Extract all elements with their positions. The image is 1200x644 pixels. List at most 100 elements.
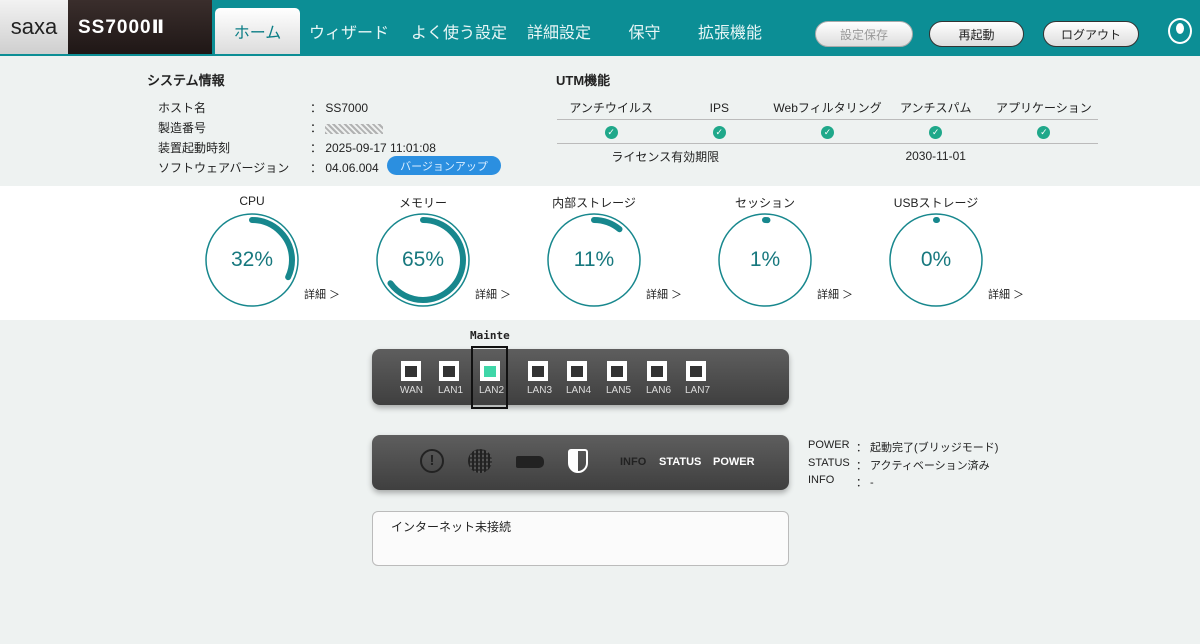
port-lan5[interactable]: LAN5 bbox=[606, 361, 632, 396]
info-indicator: INFO bbox=[620, 456, 647, 468]
ethernet-port-icon bbox=[528, 361, 548, 381]
version-up-button[interactable]: バージョンアップ bbox=[387, 156, 501, 175]
port-label: LAN6 bbox=[646, 385, 672, 396]
reboot-button[interactable]: 再起動 bbox=[929, 21, 1024, 47]
tab-wizard[interactable]: ウィザード bbox=[303, 8, 395, 54]
port-lan4[interactable]: LAN4 bbox=[566, 361, 592, 396]
tab-common-settings[interactable]: よく使う設定 bbox=[405, 8, 513, 54]
detail-link[interactable]: 詳細 ＞ bbox=[646, 286, 682, 302]
gauge-label: 内部ストレージ bbox=[552, 196, 636, 210]
check-icon: ✓ bbox=[929, 126, 943, 139]
check-icon: ✓ bbox=[712, 126, 726, 139]
utm-feature: IPS bbox=[709, 100, 729, 115]
port-lan1[interactable]: LAN1 bbox=[438, 361, 464, 396]
logout-button[interactable]: ログアウト bbox=[1043, 21, 1139, 47]
port-label: LAN7 bbox=[685, 385, 711, 396]
port-lan7[interactable]: LAN7 bbox=[685, 361, 711, 396]
gauge-label: CPU bbox=[239, 194, 265, 208]
gauge-0: CPU 32% 詳細 ＞ bbox=[172, 186, 340, 320]
gauge-3: セッション 1% 詳細 ＞ bbox=[685, 186, 853, 320]
gauge-value: 1% bbox=[749, 248, 781, 271]
alert-icon: ! bbox=[420, 449, 444, 473]
gauge-value: 32% bbox=[230, 248, 274, 271]
ethernet-port-icon bbox=[439, 361, 459, 381]
port-lan3[interactable]: LAN3 bbox=[527, 361, 553, 396]
info-value: ： - bbox=[856, 477, 874, 489]
gauge-value: 65% bbox=[401, 248, 445, 271]
detail-link[interactable]: 詳細 ＞ bbox=[304, 286, 340, 302]
serial-redacted bbox=[325, 123, 384, 134]
message-box: インターネット未接続 bbox=[372, 511, 789, 566]
gauge-2: 内部ストレージ 11% 詳細 ＞ bbox=[514, 186, 682, 320]
gauge-1: メモリー 65% 詳細 ＞ bbox=[343, 186, 511, 320]
hostname-label: ホスト名 bbox=[158, 101, 207, 115]
license-label: ライセンス有効期限 bbox=[611, 149, 720, 164]
status-indicator: STATUS bbox=[659, 456, 702, 468]
software-version-value: ： 04.06.004 bbox=[310, 161, 379, 175]
save-settings-button[interactable]: 設定保存 bbox=[815, 21, 913, 47]
utm-feature: アンチスパム bbox=[899, 101, 972, 115]
ethernet-port-icon bbox=[647, 361, 667, 381]
license-row: ライセンス有効期限 2030-11-01 bbox=[557, 144, 1098, 168]
port-label: WAN bbox=[400, 385, 423, 396]
usb-icon bbox=[516, 456, 544, 468]
port-label: LAN5 bbox=[606, 385, 632, 396]
check-icon: ✓ bbox=[604, 126, 618, 139]
software-version-label: ソフトウェアバージョン bbox=[158, 161, 290, 175]
port-label: LAN3 bbox=[527, 385, 553, 396]
mainte-port-highlight bbox=[471, 346, 508, 409]
mainte-label: Mainte bbox=[470, 329, 510, 342]
port-lan6[interactable]: LAN6 bbox=[646, 361, 672, 396]
globe-icon bbox=[468, 449, 492, 473]
check-icon: ✓ bbox=[821, 126, 834, 139]
ethernet-port-icon bbox=[401, 361, 421, 381]
serial-label: 製造番号 bbox=[158, 121, 207, 135]
gauge-value: 0% bbox=[920, 248, 952, 271]
header: saxa SS7000Ⅱ ホーム ウィザード よく使う設定 詳細設定 保守 拡張… bbox=[0, 0, 1200, 56]
ethernet-port-icon bbox=[686, 361, 706, 381]
status-label: STATUS bbox=[808, 457, 850, 469]
tab-maintenance[interactable]: 保守 bbox=[612, 8, 677, 54]
license-date: 2030-11-01 bbox=[905, 149, 966, 163]
system-info-title: システム情報 bbox=[147, 73, 225, 88]
status-value: ： アクティベーション済み bbox=[856, 460, 990, 472]
gauge-label: メモリー bbox=[398, 196, 447, 210]
gauge-4: USBストレージ 0% 詳細 ＞ bbox=[856, 186, 1024, 320]
tab-extensions[interactable]: 拡張機能 bbox=[690, 8, 770, 54]
serial-colon: ： bbox=[310, 121, 323, 135]
port-label: LAN4 bbox=[566, 385, 592, 396]
hostname-value: ： SS7000 bbox=[310, 101, 369, 115]
port-panel: WAN LAN1 LAN2 LAN3 LAN4 LAN5 LAN6 LAN7 bbox=[372, 349, 789, 405]
tab-home[interactable]: ホーム bbox=[215, 8, 300, 54]
info-label: INFO bbox=[808, 474, 835, 486]
boot-time-label: 装置起動時刻 bbox=[158, 141, 231, 155]
ethernet-port-icon bbox=[607, 361, 627, 381]
resource-gauges: CPU 32% 詳細 ＞メモリー 65% 詳細 ＞内部ストレージ 11% 詳細 … bbox=[0, 186, 1200, 320]
saxa-logo: saxa bbox=[0, 0, 68, 54]
check-icon: ✓ bbox=[1037, 126, 1051, 139]
detail-link[interactable]: 詳細 ＞ bbox=[988, 286, 1024, 302]
utm-status-row: ✓ ✓ ✓ ✓ ✓ bbox=[557, 120, 1098, 144]
utm-title: UTM機能 bbox=[556, 73, 611, 88]
model-name: SS7000Ⅱ bbox=[68, 0, 212, 54]
utm-header-row: アンチウイルス IPS Webフィルタリング アンチスパム アプリケーション bbox=[557, 96, 1098, 120]
detail-link[interactable]: 詳細 ＞ bbox=[475, 286, 511, 302]
utm-feature: Webフィルタリング bbox=[773, 101, 882, 115]
gauge-value: 11% bbox=[573, 248, 615, 271]
utm-table: アンチウイルス IPS Webフィルタリング アンチスパム アプリケーション ✓… bbox=[557, 96, 1098, 168]
gauge-label: USBストレージ bbox=[893, 196, 979, 210]
port-wan[interactable]: WAN bbox=[400, 361, 423, 396]
tab-detail-settings[interactable]: 詳細設定 bbox=[520, 8, 598, 54]
user-icon[interactable] bbox=[1168, 18, 1192, 44]
gauge-label: セッション bbox=[734, 196, 795, 210]
serial-value: ： bbox=[310, 119, 384, 136]
ethernet-port-icon bbox=[567, 361, 587, 381]
power-indicator: POWER bbox=[713, 456, 755, 468]
port-label: LAN1 bbox=[438, 385, 464, 396]
indicator-panel: ! INFO STATUS POWER bbox=[372, 435, 789, 490]
detail-link[interactable]: 詳細 ＞ bbox=[817, 286, 853, 302]
boot-time-value: ： 2025-09-17 11:01:08 bbox=[310, 141, 436, 155]
power-status-value: ： 起動完了(ブリッジモード) bbox=[856, 442, 999, 454]
power-status-label: POWER bbox=[808, 439, 850, 451]
shield-icon bbox=[568, 449, 588, 473]
